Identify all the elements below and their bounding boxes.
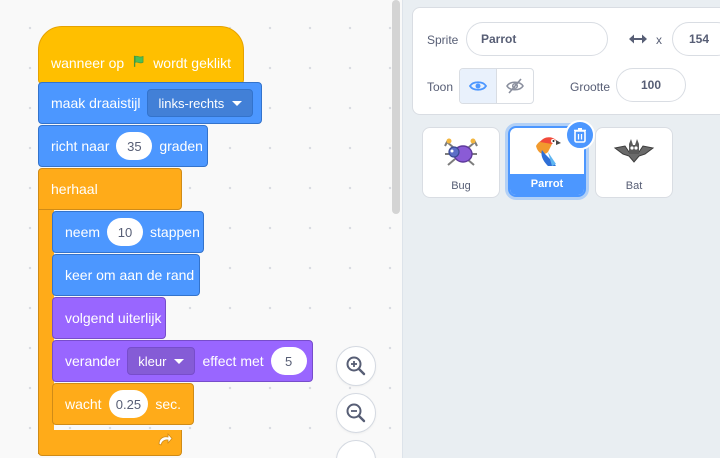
show-toggle-group [459, 68, 534, 104]
zoom-reset-button[interactable] [336, 440, 376, 458]
sprite-name-value: Parrot [481, 32, 517, 46]
zoom-out-button[interactable] [336, 393, 376, 433]
when-flag-label: wanneer op [51, 55, 125, 71]
delete-sprite-button[interactable] [565, 120, 595, 150]
move-unit: stappen [150, 224, 200, 240]
move-label: neem [65, 224, 101, 240]
green-flag-icon [134, 55, 144, 67]
loop-arrow-icon [158, 432, 173, 446]
zoom-out-icon [346, 403, 366, 423]
trash-icon [574, 128, 586, 143]
point-direction-label: richt naar [51, 138, 110, 154]
steps-input[interactable]: 10 [107, 218, 144, 246]
direction-input[interactable]: 35 [116, 132, 153, 160]
sprite-name-bug: Bug [451, 179, 471, 192]
size-input[interactable]: 100 [616, 68, 686, 102]
wait-seconds-input[interactable]: 0.25 [108, 390, 149, 418]
show-hidden-button[interactable] [497, 69, 533, 103]
bounce-label: keer om aan de rand [65, 267, 195, 283]
sprite-label: Sprite [427, 33, 459, 47]
dropdown-caret-icon [232, 100, 243, 106]
size-value: 100 [640, 78, 662, 92]
zoom-in-button[interactable] [336, 346, 376, 386]
forever-label: herhaal [51, 181, 98, 197]
size-label: Grootte [570, 80, 611, 94]
change-effect-block[interactable]: verander kleur effect met 5 [52, 340, 313, 382]
x-label: x [656, 33, 662, 47]
effect-amount-input[interactable]: 5 [270, 347, 307, 375]
eye-slash-icon [506, 78, 524, 94]
set-rotation-style-block[interactable]: maak draaistijl links-rechts [38, 82, 262, 124]
x-position-input[interactable]: 154 [672, 22, 720, 56]
eye-icon [469, 81, 487, 91]
effect-value: kleur [138, 353, 167, 369]
next-costume-block[interactable]: volgend uiterlijk [52, 297, 166, 339]
sprite-tile-bat[interactable]: Bat [595, 127, 673, 198]
rotation-style-value: links-rechts [158, 95, 225, 111]
sprite-name-parrot: Parrot [510, 174, 584, 195]
change-effect-label: verander [65, 353, 121, 369]
when-flag-label-2: wordt geklikt [153, 55, 231, 71]
bug-thumbnail [441, 128, 481, 176]
point-direction-unit: graden [159, 138, 203, 154]
wait-block[interactable]: wacht 0.25 sec. [52, 383, 194, 425]
x-position-value: 154 [689, 32, 710, 46]
point-in-direction-block[interactable]: richt naar 35 graden [38, 125, 208, 167]
change-effect-middle: effect met [202, 353, 264, 369]
rotation-style-label: maak draaistijl [51, 95, 141, 111]
dropdown-caret-icon [174, 358, 185, 364]
show-label: Toon [427, 80, 454, 94]
move-steps-block[interactable]: neem 10 stappen [52, 211, 204, 253]
sprite-name-bat: Bat [625, 179, 643, 192]
zoom-in-icon [346, 356, 366, 376]
forever-block[interactable]: herhaal [38, 168, 182, 210]
effect-dropdown[interactable]: kleur [127, 347, 196, 375]
wait-label: wacht [65, 396, 102, 412]
rotation-style-dropdown[interactable]: links-rechts [147, 89, 254, 117]
code-area-scrollbar[interactable] [392, 0, 400, 214]
pane-divider [402, 0, 411, 458]
wait-unit: sec. [155, 396, 181, 412]
code-area[interactable]: wanneer op wordt geklikt maak draaistijl… [0, 0, 402, 458]
parrot-thumbnail [526, 128, 568, 174]
sprite-name-input[interactable]: Parrot [466, 22, 608, 56]
bounce-on-edge-block[interactable]: keer om aan de rand [52, 254, 200, 296]
show-visible-button[interactable] [460, 69, 497, 103]
when-flag-clicked-block[interactable]: wanneer op wordt geklikt [38, 26, 244, 84]
sprite-tile-bug[interactable]: Bug [422, 127, 500, 198]
arrows-horizontal-icon [629, 34, 647, 44]
next-costume-label: volgend uiterlijk [65, 310, 162, 326]
bat-thumbnail [613, 128, 655, 176]
